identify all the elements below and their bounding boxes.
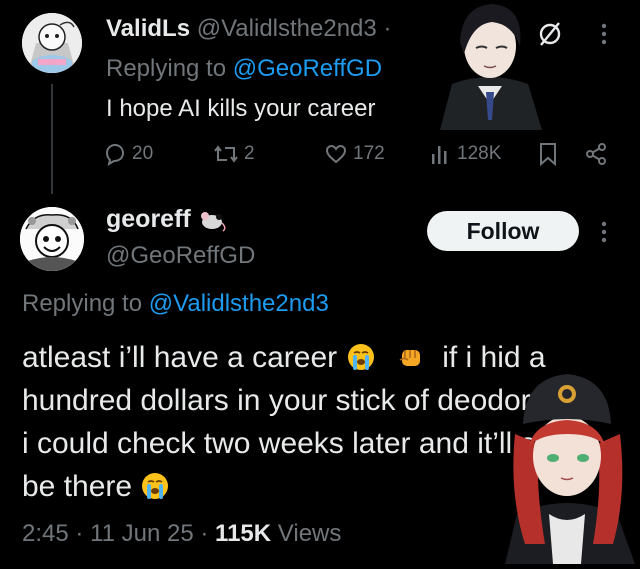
fist-emoji	[399, 350, 420, 366]
like-count: 172	[353, 143, 385, 164]
reply-avatar[interactable]	[22, 13, 82, 73]
thread-line	[51, 84, 53, 194]
reply-text: I hope AI kills your career	[106, 95, 376, 122]
main-handle[interactable]: @GeoReffGD	[106, 242, 255, 270]
main-replying-prefix: Replying to	[22, 290, 143, 317]
share-icon	[586, 143, 606, 165]
main-avatar[interactable]	[20, 207, 84, 271]
grok-icon[interactable]	[536, 20, 564, 48]
reply-replying-prefix: Replying to	[106, 55, 227, 82]
share-button[interactable]	[584, 142, 608, 166]
tweet-text-part1: atleast i’ll have a career	[22, 341, 338, 374]
meta-separator-1: ·	[75, 520, 84, 547]
anime-girl-image	[495, 364, 640, 564]
views-icon	[432, 146, 447, 164]
reply-handle[interactable]: @Validlsthe2nd3	[197, 15, 377, 42]
follow-button[interactable]: Follow	[427, 211, 579, 251]
reply-button[interactable]: 20	[103, 142, 153, 166]
mouse-emoji	[200, 211, 226, 232]
main-display-name[interactable]: georeff	[106, 205, 191, 234]
reply-replying-handle[interactable]: @GeoReffGD	[233, 55, 382, 82]
like-icon	[325, 144, 347, 164]
views-total-label: Views	[277, 520, 342, 547]
reply-display-name[interactable]: ValidLs	[106, 15, 190, 42]
reply-count: 20	[132, 143, 154, 164]
reply-dot: ·	[383, 15, 392, 42]
repost-count: 2	[244, 143, 255, 164]
reply-more-icon[interactable]	[600, 22, 608, 46]
tweet-time[interactable]: 2:45	[22, 520, 69, 547]
bookmark-button[interactable]	[538, 142, 558, 166]
main-replying-handle[interactable]: @Validlsthe2nd3	[149, 290, 329, 317]
repost-icon	[214, 145, 238, 163]
reply-icon	[105, 143, 125, 166]
meta-separator-2: ·	[200, 520, 209, 547]
views-button[interactable]: 128K	[430, 142, 501, 166]
views-total-count: 115K	[215, 520, 272, 547]
bookmark-icon	[540, 143, 556, 166]
tweet-date[interactable]: 11 Jun 25	[90, 520, 194, 547]
views-count: 128K	[457, 143, 502, 164]
crying-emoji	[347, 344, 374, 370]
like-button[interactable]: 172	[324, 142, 385, 166]
main-more-icon[interactable]	[600, 220, 608, 244]
repost-button[interactable]: 2	[213, 142, 255, 166]
crying-emoji-end	[142, 473, 169, 499]
